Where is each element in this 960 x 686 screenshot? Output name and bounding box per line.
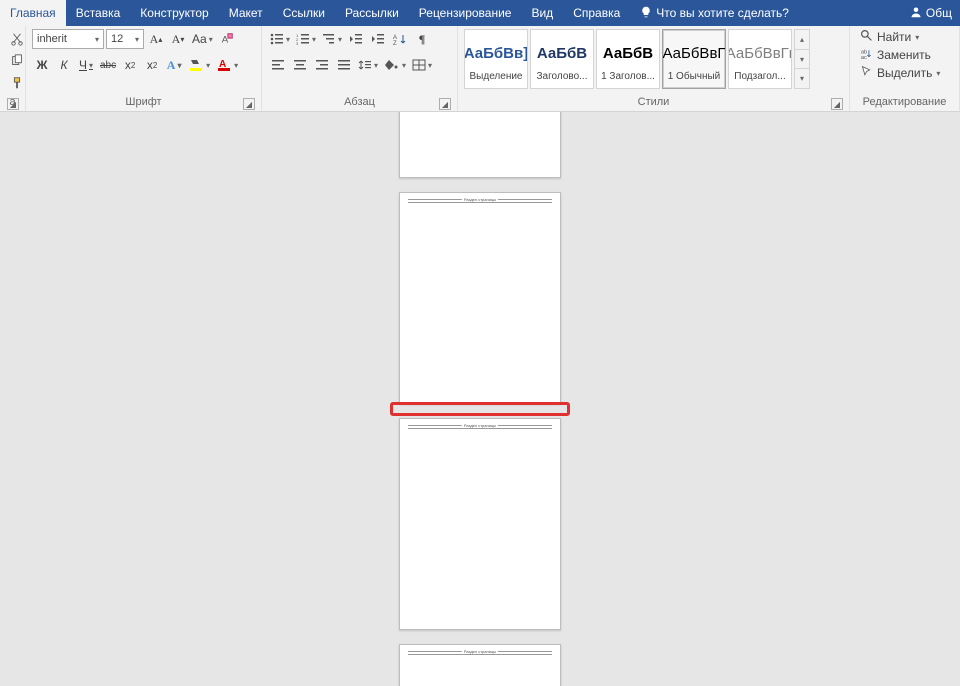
style-tile-heading[interactable]: АаБбВЗаголово... (530, 29, 594, 89)
gallery-scroll-up[interactable]: ▴ (795, 30, 809, 50)
bold-button[interactable]: Ж (32, 55, 52, 75)
styles-dialog-launcher[interactable]: ◢ (831, 98, 843, 110)
lightbulb-icon (640, 6, 652, 21)
align-center-button[interactable] (290, 55, 310, 75)
copy-button[interactable] (6, 51, 28, 71)
select-label: Выделить (877, 66, 932, 80)
group-paragraph: 123 AZ ¶ Абзац ◢ (262, 26, 458, 111)
svg-text:ac: ac (861, 55, 867, 60)
tab-view[interactable]: Вид (521, 0, 563, 26)
tab-insert[interactable]: Вставка (66, 0, 131, 26)
ribbon: а◢ inherit▾ 12▾ A▴ A▾ Aa A Ж К Ч abc x2 (0, 26, 960, 112)
shading-button[interactable] (382, 55, 408, 75)
format-painter-button[interactable] (6, 73, 28, 93)
align-left-button[interactable] (268, 55, 288, 75)
replace-button[interactable]: abac Заменить (856, 47, 944, 63)
align-right-button[interactable] (312, 55, 332, 75)
cut-button[interactable] (6, 29, 28, 49)
font-color-button[interactable]: A (214, 55, 240, 75)
group-font: inherit▾ 12▾ A▴ A▾ Aa A Ж К Ч abc x2 x2 … (26, 26, 262, 111)
paragraph-dialog-launcher[interactable]: ◢ (439, 98, 451, 110)
sort-button[interactable]: AZ (390, 29, 410, 49)
page-4[interactable]: Раздел страницы (399, 644, 561, 686)
strikethrough-button[interactable]: abc (98, 55, 118, 75)
italic-button[interactable]: К (54, 55, 74, 75)
tab-help[interactable]: Справка (563, 0, 630, 26)
line-spacing-button[interactable] (356, 55, 380, 75)
share-label: Общ (926, 6, 952, 20)
align-justify-button[interactable] (334, 55, 354, 75)
svg-text:3: 3 (296, 41, 299, 45)
ribbon-tabbar: Главная Вставка Конструктор Макет Ссылки… (0, 0, 960, 26)
grow-font-button[interactable]: A▴ (146, 29, 166, 49)
clear-formatting-button[interactable]: A (217, 29, 237, 49)
group-clipboard: а◢ (0, 26, 26, 111)
font-family-picker[interactable]: inherit▾ (32, 29, 104, 49)
group-styles: АаБбВв]Выделение АаБбВЗаголово... АаБбВ1… (458, 26, 850, 111)
multilevel-list-button[interactable] (320, 29, 344, 49)
gallery-scroll-down[interactable]: ▾ (795, 50, 809, 70)
group-label-editing: Редактирование (863, 96, 947, 108)
style-tile-emphasis[interactable]: АаБбВв]Выделение (464, 29, 528, 89)
style-gallery: АаБбВв]Выделение АаБбВЗаголово... АаБбВ1… (464, 29, 810, 89)
select-button[interactable]: Выделить ▾ (856, 65, 944, 81)
style-gallery-more: ▴ ▾ ▾ (794, 29, 810, 89)
text-effects-button[interactable]: A (164, 55, 184, 75)
underline-button[interactable]: Ч (76, 55, 96, 75)
document-area[interactable]: Раздел страницы Раздел страницы Раздел с… (0, 112, 960, 686)
page-4-header-text: Раздел страницы (462, 649, 498, 654)
svg-text:Z: Z (393, 41, 397, 45)
borders-button[interactable] (410, 55, 434, 75)
replace-label: Заменить (877, 48, 931, 62)
font-size-picker[interactable]: 12▾ (106, 29, 144, 49)
tab-mailings[interactable]: Рассылки (335, 0, 409, 26)
tab-layout[interactable]: Макет (219, 0, 273, 26)
tab-references[interactable]: Ссылки (273, 0, 335, 26)
font-size-value: 12 (111, 33, 123, 45)
clipboard-dialog-launcher[interactable]: ◢ (7, 98, 19, 110)
search-icon (860, 29, 873, 45)
font-dialog-launcher[interactable]: ◢ (243, 98, 255, 110)
bullets-button[interactable] (268, 29, 292, 49)
highlight-button[interactable] (186, 55, 212, 75)
show-marks-button[interactable]: ¶ (412, 29, 432, 49)
tab-home[interactable]: Главная (0, 0, 66, 26)
numbering-button[interactable]: 123 (294, 29, 318, 49)
tab-review[interactable]: Рецензирование (409, 0, 522, 26)
change-case-button[interactable]: Aa (190, 29, 215, 49)
tell-me-label: Что вы хотите сделать? (656, 6, 789, 20)
superscript-button[interactable]: x2 (142, 55, 162, 75)
tell-me-search[interactable]: Что вы хотите сделать? (630, 6, 799, 21)
style-tile-normal[interactable]: АаБбВвГ1 Обычный (662, 29, 726, 89)
share-button[interactable]: Общ (902, 6, 960, 21)
person-icon (910, 6, 922, 21)
group-label-styles: Стили (638, 96, 670, 108)
gallery-expand[interactable]: ▾ (795, 69, 809, 88)
font-family-value: inherit (37, 33, 67, 45)
replace-icon: abac (860, 47, 873, 63)
page-1[interactable] (399, 112, 561, 178)
page-2[interactable]: Раздел страницы (399, 192, 561, 404)
group-label-paragraph: Абзац (344, 96, 375, 108)
group-label-font: Шрифт (125, 96, 161, 108)
tab-design[interactable]: Конструктор (130, 0, 218, 26)
find-button[interactable]: Найти ▾ (856, 29, 944, 45)
page-3[interactable]: Раздел страницы (399, 418, 561, 630)
style-tile-subtitle[interactable]: АаБбВвГгПодзагол... (728, 29, 792, 89)
page-3-header-text: Раздел страницы (462, 423, 498, 428)
increase-indent-button[interactable] (368, 29, 388, 49)
cursor-icon (860, 65, 873, 81)
group-editing: Найти ▾ abac Заменить Выделить ▾ Редакти… (850, 26, 960, 111)
page-2-header-text: Раздел страницы (462, 197, 498, 202)
find-label: Найти (877, 30, 911, 44)
style-tile-heading1[interactable]: АаБбВ1 Заголов... (596, 29, 660, 89)
shrink-font-button[interactable]: A▾ (168, 29, 188, 49)
decrease-indent-button[interactable] (346, 29, 366, 49)
subscript-button[interactable]: x2 (120, 55, 140, 75)
